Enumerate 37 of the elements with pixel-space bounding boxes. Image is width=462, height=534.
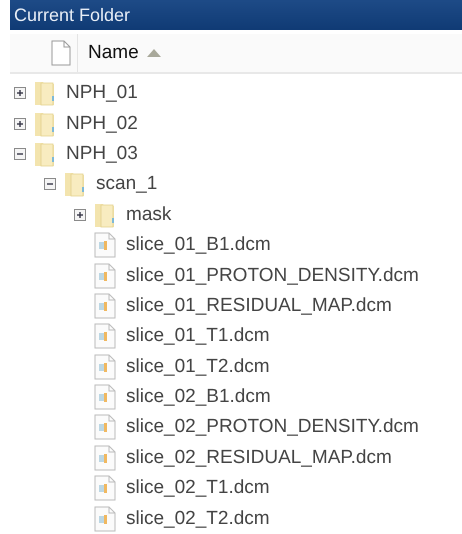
tree-item[interactable]: mask [126, 204, 172, 226]
image-file-icon [94, 354, 116, 380]
expand-icon[interactable] [74, 208, 86, 221]
folder-icon [34, 110, 56, 137]
panel-title: Current Folder [10, 0, 462, 30]
tree-item[interactable]: slice_01_PROTON_DENSITY.dcm [126, 264, 419, 287]
folder-icon [64, 171, 86, 198]
name-column-header[interactable]: Name [78, 34, 161, 72]
image-file-icon [94, 232, 116, 258]
tree-item[interactable]: slice_02_T2.dcm [126, 508, 270, 530]
file-icon [51, 40, 71, 66]
tree-item[interactable]: slice_02_T1.dcm [126, 477, 270, 500]
expand-icon[interactable] [14, 87, 26, 100]
tree-item[interactable]: slice_02_PROTON_DENSITY.dcm [126, 416, 419, 438]
tree-item[interactable]: slice_01_RESIDUAL_MAP.dcm [126, 294, 392, 317]
tree-item[interactable]: NPH_02 [66, 112, 138, 135]
image-file-icon [94, 475, 116, 502]
tree-item[interactable]: NPH_03 [66, 142, 138, 165]
tree-item[interactable]: NPH_01 [66, 82, 138, 104]
folder-icon [34, 80, 56, 106]
image-file-icon [94, 444, 116, 471]
image-file-icon [94, 384, 116, 410]
image-file-icon [94, 292, 116, 319]
tree-item[interactable]: slice_01_B1.dcm [126, 234, 271, 256]
image-file-icon [94, 262, 116, 289]
image-file-icon [94, 323, 116, 350]
tree-item[interactable]: slice_02_B1.dcm [126, 386, 271, 408]
folder-icon [94, 202, 116, 228]
image-file-icon [94, 414, 116, 440]
tree-item[interactable]: scan_1 [96, 173, 158, 196]
collapse-icon[interactable] [44, 178, 56, 190]
expand-icon[interactable] [14, 118, 26, 130]
tree-item[interactable]: slice_01_T1.dcm [126, 325, 270, 348]
collapse-icon[interactable] [14, 148, 26, 160]
tree-item[interactable]: slice_01_T2.dcm [126, 356, 270, 378]
folder-icon [34, 140, 56, 167]
tree-item[interactable]: slice_02_RESIDUAL_MAP.dcm [126, 446, 392, 469]
